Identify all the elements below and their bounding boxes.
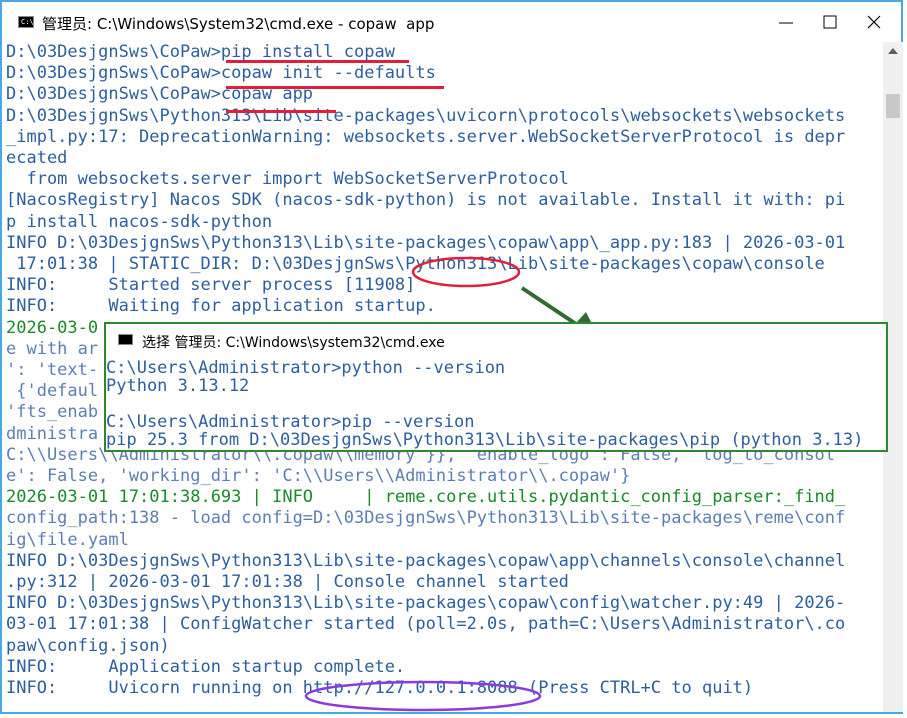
popup-title-bar[interactable]: 选择 管理员: C:\Windows\system32\cmd.exe: [106, 324, 886, 354]
popup-title: 选择 管理员: C:\Windows\system32\cmd.exe: [142, 335, 445, 351]
circle-python313: [411, 256, 521, 288]
circle-url: [304, 680, 542, 712]
popup-output[interactable]: C:\Users\Administrator>python --version P…: [106, 358, 886, 450]
popup-line: Python 3.13.12: [106, 376, 250, 396]
popup-line: pip 25.3 from D:\03DesjgnSws\Python313\L…: [106, 430, 864, 450]
popup-cmd-window[interactable]: 选择 管理员: C:\Windows\system32\cmd.exe C:\U…: [104, 322, 888, 452]
cmd-icon: [118, 334, 133, 345]
